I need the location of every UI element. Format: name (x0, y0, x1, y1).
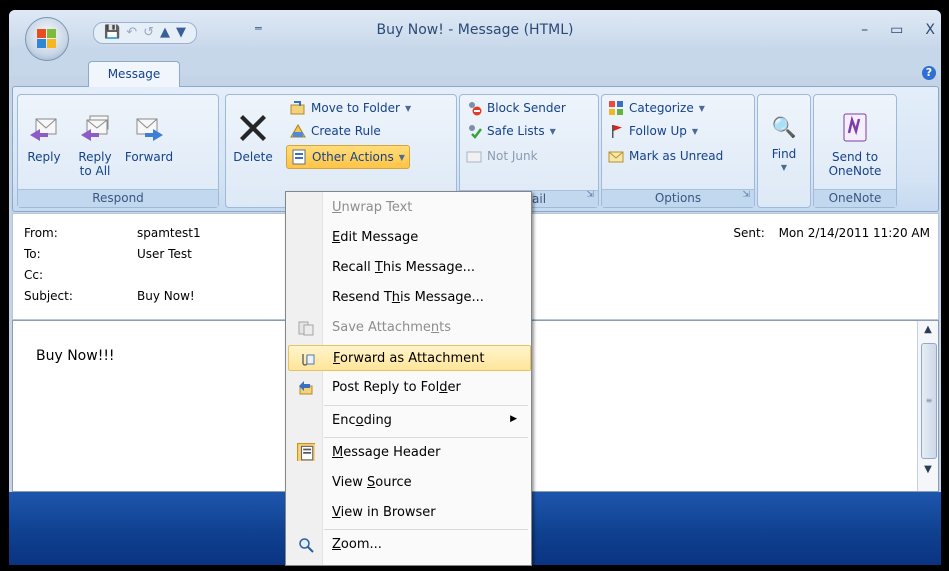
block-sender-button[interactable]: Block Sender (462, 97, 570, 119)
chevron-down-icon: ▼ (698, 103, 705, 113)
group-label-respond: Respond (18, 189, 218, 207)
submenu-arrow-icon: ▶ (510, 414, 517, 424)
move-folder-icon (290, 101, 305, 115)
cc-label: Cc: (24, 268, 44, 282)
menu-item-view-in-browser[interactable]: View in Browser (288, 500, 529, 526)
from-label: From: (24, 226, 58, 240)
message-body-text: Buy Now!!! (36, 348, 115, 364)
zoom-icon (299, 538, 314, 553)
block-sender-icon (469, 102, 482, 116)
not-junk-button[interactable]: Not Junk (462, 145, 542, 167)
vertical-scrollbar[interactable]: ▲ ≡ ▼ (917, 321, 938, 491)
safe-lists-icon (469, 125, 482, 139)
menu-item-save-attachments[interactable]: Save Attachments (288, 315, 529, 341)
group-onenote: Send to OneNote OneNote (813, 94, 897, 208)
close-button[interactable]: X (925, 22, 935, 38)
send-to-onenote-button[interactable]: Send to OneNote (816, 99, 894, 178)
menu-item-edit-message[interactable]: Edit Message (288, 225, 529, 251)
other-actions-icon (292, 149, 306, 165)
sent-label: Sent: (733, 226, 765, 240)
sent-value: Mon 2/14/2011 11:20 AM (778, 226, 930, 240)
other-actions-menu: Unwrap Text Edit Message Recall This Mes… (285, 191, 532, 566)
onenote-icon (843, 113, 867, 142)
reply-icon (30, 118, 57, 141)
to-value[interactable]: User Test (137, 247, 192, 261)
minimize-button[interactable]: – (861, 22, 868, 38)
menu-item-view-source[interactable]: View Source (288, 470, 529, 496)
scroll-down-icon[interactable]: ▼ (918, 461, 938, 479)
reply-all-button[interactable]: Reply to All (70, 99, 120, 178)
sent-info: Sent: Mon 2/14/2011 11:20 AM (723, 226, 930, 240)
forward-button[interactable]: Forward (122, 99, 176, 164)
mark-unread-icon (608, 151, 624, 163)
categorize-button[interactable]: Categorize ▼ (604, 97, 709, 119)
scroll-up-icon[interactable]: ▲ (918, 321, 938, 339)
menu-item-forward-as-attachment[interactable]: Forward as Attachment (288, 345, 531, 371)
group-label-onenote: OneNote (814, 189, 896, 207)
group-label-options: Options ⇲ (602, 189, 754, 207)
group-respond: Reply Reply to All Forward Respond (17, 94, 219, 208)
subject-label: Subject: (24, 289, 73, 303)
scroll-thumb[interactable]: ≡ (921, 343, 937, 459)
flag-icon (612, 125, 622, 138)
move-to-folder-button[interactable]: Move to Folder ▼ (286, 97, 415, 119)
title-bar: 💾 ↶ ↺ ▲ ▼ ═ Buy Now! - Message (HTML) – … (9, 10, 941, 50)
menu-item-message-header[interactable]: Message Header (288, 440, 529, 466)
follow-up-button[interactable]: Follow Up ▼ (604, 120, 702, 142)
chevron-down-icon: ▼ (549, 126, 556, 136)
chevron-down-icon: ▼ (691, 126, 699, 136)
office-logo-icon (37, 29, 57, 49)
menu-separator (324, 405, 528, 406)
menu-item-post-reply-to-folder[interactable]: Post Reply to Folder (288, 375, 529, 401)
binoculars-icon: 🔍 (771, 115, 797, 139)
reply-all-icon (81, 115, 109, 141)
chevron-down-icon: ▼ (404, 103, 412, 113)
subject-value: Buy Now! (137, 289, 195, 303)
group-find: 🔍 Find ▼ (757, 94, 811, 208)
group-options: Categorize ▼ Follow Up ▼ Mark as Unread Op… (601, 94, 755, 208)
forward-attachment-icon (302, 354, 315, 366)
maximize-button[interactable]: ▭ (890, 22, 903, 38)
menu-item-zoom[interactable]: Zoom... (288, 532, 529, 558)
safe-lists-button[interactable]: Safe Lists ▼ (462, 120, 560, 142)
find-button[interactable]: 🔍 Find ▼ (760, 99, 808, 175)
help-icon[interactable]: ? (922, 66, 936, 80)
menu-item-unwrap-text[interactable]: Unwrap Text (288, 195, 529, 221)
chevron-down-icon: ▼ (780, 163, 788, 172)
window-controls: – ▭ X (861, 22, 935, 38)
from-value[interactable]: spamtest1 (137, 226, 201, 240)
other-actions-button[interactable]: Other Actions ▼ (286, 145, 410, 169)
delete-icon (240, 115, 266, 141)
categorize-icon (609, 101, 623, 115)
forward-icon (136, 118, 163, 141)
dialog-launcher-icon[interactable]: ⇲ (586, 187, 594, 204)
menu-separator (324, 529, 528, 530)
to-label: To: (24, 247, 41, 261)
mark-as-unread-button[interactable]: Mark as Unread (604, 145, 727, 167)
save-attachments-icon (298, 321, 314, 336)
message-header-icon (297, 443, 315, 461)
menu-item-recall-message[interactable]: Recall This Message... (288, 255, 529, 281)
reply-button[interactable]: Reply (22, 99, 66, 164)
menu-item-encoding[interactable]: Encoding ▶ (288, 408, 529, 434)
grip-icon: ≡ (925, 396, 933, 405)
chevron-down-icon: ▼ (398, 152, 405, 162)
delete-button[interactable]: Delete (228, 99, 278, 164)
not-junk-icon (466, 151, 482, 163)
window-title: Buy Now! - Message (HTML) (376, 22, 574, 38)
post-reply-icon (299, 381, 313, 395)
dialog-launcher-icon[interactable]: ⇲ (742, 187, 750, 204)
create-rule-button[interactable]: Create Rule (286, 120, 385, 142)
office-button[interactable] (25, 17, 69, 61)
menu-separator (324, 437, 528, 438)
menu-item-resend-message[interactable]: Resend This Message... (288, 285, 529, 311)
tab-message[interactable]: Message (88, 61, 180, 87)
create-rule-icon (290, 124, 306, 138)
